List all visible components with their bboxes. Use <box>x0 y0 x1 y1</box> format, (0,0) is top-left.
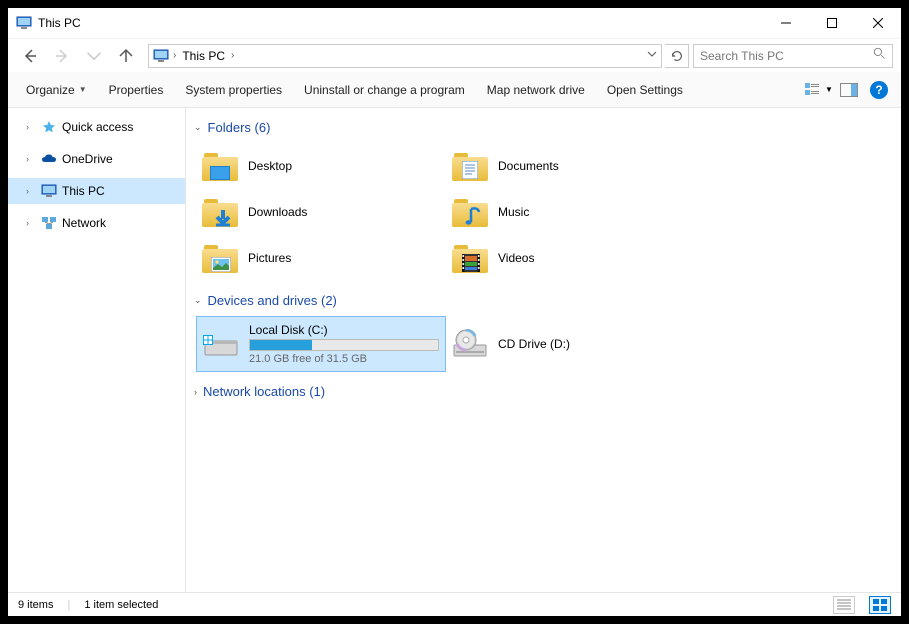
address-bar[interactable]: › This PC › <box>148 44 662 68</box>
star-icon <box>40 119 58 135</box>
folder-icon <box>452 151 488 181</box>
system-properties-button[interactable]: System properties <box>175 77 292 103</box>
folder-label: Music <box>498 205 529 219</box>
sidebar-label: Network <box>62 216 106 230</box>
navigation-bar: › This PC › <box>8 38 901 72</box>
preview-pane-button[interactable] <box>835 76 863 104</box>
chevron-right-icon[interactable]: › <box>231 50 234 61</box>
group-label: Folders (6) <box>208 120 271 135</box>
sidebar-item-onedrive[interactable]: › OneDrive <box>8 146 185 172</box>
folder-icon <box>202 243 238 273</box>
open-settings-button[interactable]: Open Settings <box>597 77 693 103</box>
dropdown-icon: ▼ <box>79 85 87 94</box>
folder-downloads[interactable]: Downloads <box>196 189 446 235</box>
address-dropdown-icon[interactable] <box>647 49 657 62</box>
selection-count: 1 item selected <box>84 599 158 611</box>
network-icon <box>40 215 58 231</box>
chevron-down-icon: ⌄ <box>194 122 202 133</box>
command-bar: Organize▼ Properties System properties U… <box>8 72 901 108</box>
drive-local-disk-c[interactable]: Local Disk (C:) 21.0 GB free of 31.5 GB <box>196 316 446 372</box>
maximize-button[interactable] <box>809 8 855 38</box>
group-label: Network locations (1) <box>203 384 325 399</box>
drive-label: CD Drive (D:) <box>498 337 570 351</box>
folder-desktop[interactable]: Desktop <box>196 143 446 189</box>
tiles-view-button[interactable] <box>869 596 891 614</box>
recent-dropdown[interactable] <box>80 42 108 70</box>
this-pc-icon <box>153 49 169 63</box>
folder-label: Desktop <box>248 159 292 173</box>
expand-icon[interactable]: › <box>26 218 36 228</box>
body: › Quick access › OneDrive › This PC › Ne… <box>8 108 901 592</box>
group-label: Devices and drives (2) <box>208 293 337 308</box>
chevron-down-icon: ⌄ <box>194 295 202 306</box>
expand-icon[interactable]: › <box>26 154 36 164</box>
view-options-button[interactable]: ▼ <box>805 76 833 104</box>
folder-icon <box>202 197 238 227</box>
drives-grid: Local Disk (C:) 21.0 GB free of 31.5 GB … <box>186 312 901 380</box>
forward-button[interactable] <box>48 42 76 70</box>
folder-icon <box>452 197 488 227</box>
folder-label: Pictures <box>248 251 291 265</box>
folder-videos[interactable]: Videos <box>446 235 696 281</box>
drive-free-text: 21.0 GB free of 31.5 GB <box>249 353 439 365</box>
drive-usage-bar <box>249 339 439 351</box>
folder-label: Downloads <box>248 205 307 219</box>
search-input[interactable] <box>700 49 873 63</box>
chevron-right-icon: › <box>194 387 197 397</box>
drive-cd-d[interactable]: CD Drive (D:) <box>446 316 696 372</box>
minimize-button[interactable] <box>763 8 809 38</box>
sidebar-label: This PC <box>62 184 105 198</box>
search-icon[interactable] <box>873 47 886 65</box>
expand-icon[interactable]: › <box>26 122 36 132</box>
sidebar-label: Quick access <box>62 120 133 134</box>
chevron-right-icon[interactable]: › <box>173 50 176 61</box>
folder-documents[interactable]: Documents <box>446 143 696 189</box>
group-header-drives[interactable]: ⌄ Devices and drives (2) <box>186 289 901 312</box>
titlebar: This PC <box>8 8 901 38</box>
folder-icon <box>202 151 238 181</box>
folder-label: Documents <box>498 159 559 173</box>
cloud-icon <box>40 151 58 167</box>
folder-icon <box>452 243 488 273</box>
help-button[interactable]: ? <box>865 76 893 104</box>
properties-button[interactable]: Properties <box>99 77 174 103</box>
uninstall-program-button[interactable]: Uninstall or change a program <box>294 77 475 103</box>
help-icon: ? <box>870 81 888 99</box>
folder-label: Videos <box>498 251 534 265</box>
navigation-pane: › Quick access › OneDrive › This PC › Ne… <box>8 108 186 592</box>
explorer-window: This PC › This PC › Organize▼ Properties… <box>0 0 909 624</box>
group-header-network[interactable]: › Network locations (1) <box>186 380 901 403</box>
status-bar: 9 items | 1 item selected <box>8 592 901 616</box>
this-pc-icon <box>40 183 58 199</box>
content-pane: ⌄ Folders (6) Desktop Documents Download… <box>186 108 901 592</box>
folders-grid: Desktop Documents Downloads Music Pictur… <box>186 139 901 289</box>
close-button[interactable] <box>855 8 901 38</box>
expand-icon[interactable]: › <box>26 186 36 196</box>
sidebar-item-quick-access[interactable]: › Quick access <box>8 114 185 140</box>
breadcrumb-item[interactable]: This PC <box>180 49 227 63</box>
folder-music[interactable]: Music <box>446 189 696 235</box>
organize-button[interactable]: Organize▼ <box>16 77 97 103</box>
drive-label: Local Disk (C:) <box>249 323 439 337</box>
search-box[interactable] <box>693 44 893 68</box>
map-network-drive-button[interactable]: Map network drive <box>477 77 595 103</box>
folder-pictures[interactable]: Pictures <box>196 235 446 281</box>
hard-drive-icon <box>203 329 239 359</box>
window-title: This PC <box>38 16 81 30</box>
this-pc-icon <box>16 15 32 31</box>
item-count: 9 items <box>18 599 53 611</box>
sidebar-item-network[interactable]: › Network <box>8 210 185 236</box>
group-header-folders[interactable]: ⌄ Folders (6) <box>186 116 901 139</box>
sidebar-item-this-pc[interactable]: › This PC <box>8 178 185 204</box>
back-button[interactable] <box>16 42 44 70</box>
details-view-button[interactable] <box>833 596 855 614</box>
up-button[interactable] <box>112 42 140 70</box>
refresh-button[interactable] <box>665 44 689 68</box>
sidebar-label: OneDrive <box>62 152 113 166</box>
cd-drive-icon <box>452 329 488 359</box>
